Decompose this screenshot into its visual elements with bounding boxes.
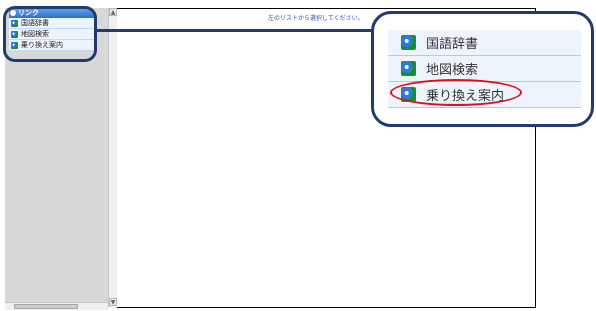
globe-icon: [401, 35, 416, 50]
zoom-item-label: 国語辞書: [426, 37, 479, 52]
highlight-ellipse: [390, 79, 522, 106]
scroll-down-icon[interactable]: ▼: [109, 298, 117, 306]
instruction-text: 左のリストから選択してください。: [268, 15, 364, 22]
zoom-item-map-search[interactable]: 地図検索: [388, 56, 581, 82]
zoom-item-label: 地図検索: [426, 63, 479, 78]
scroll-up-icon[interactable]: ▲: [109, 8, 117, 16]
sidebar-vertical-scrollbar[interactable]: ▲ ▼: [108, 8, 117, 308]
scrollbar-thumb[interactable]: [14, 304, 78, 309]
callout-source-outline: [3, 6, 97, 62]
callout-connector-line: [96, 29, 374, 32]
zoom-item-dictionary[interactable]: 国語辞書: [388, 30, 581, 56]
globe-icon: [401, 61, 416, 76]
sidebar-horizontal-scrollbar[interactable]: [5, 302, 108, 310]
